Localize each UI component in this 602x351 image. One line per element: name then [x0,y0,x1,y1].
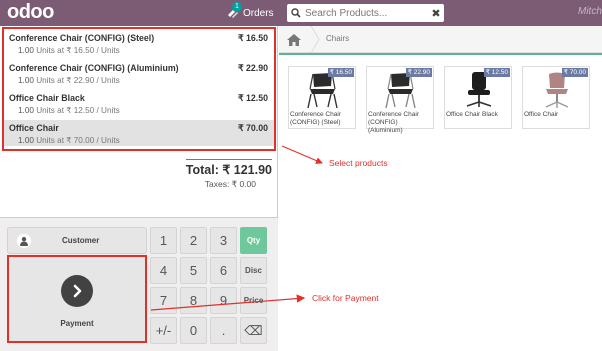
breadcrumb-separator [310,26,320,53]
orders-label: Orders [243,7,274,19]
breadcrumb-underline [279,53,602,55]
user-name[interactable]: Mitch [578,6,602,17]
order-line-unit-price: Units at ₹ 16.50 / Units [36,46,120,55]
order-line-qty: 1.00 [18,46,34,55]
clear-search-icon[interactable]: ✖ [429,4,443,22]
numpad-key-7[interactable]: 7 [150,287,177,314]
top-bar: odoo 1 Orders ✖ Mitch [0,0,602,26]
backspace-icon[interactable]: ⌫ [240,317,267,344]
numpad-key-1[interactable]: 1 [150,227,177,254]
numpad-key-5[interactable]: 5 [180,257,207,284]
numpad-key-8[interactable]: 8 [180,287,207,314]
odoo-logo: odoo [7,1,54,23]
product-price-tag: ₹ 70.00 [561,68,588,77]
order-line-name: Conference Chair (CONFIG) (Steel) [9,33,155,43]
product-name: Conference Chair (CONFIG) (Steel) [290,111,341,126]
order-line-qty: 1.00 [18,106,34,115]
order-line[interactable]: Office Chair Black ₹ 12.50 1.00 Units at… [4,90,274,116]
order-line-price: ₹ 70.00 [237,123,268,133]
search-input[interactable] [305,5,429,21]
customer-button[interactable]: Customer [7,227,147,254]
order-line-price: ₹ 16.50 [237,33,268,43]
mode-price-button[interactable]: Price [240,287,267,314]
product-card[interactable]: ₹ 70.00 Office Chair [522,66,590,129]
order-line-qty: 1.00 [18,136,34,145]
orders-button[interactable]: 1 Orders [226,2,274,22]
click-payment-annotation: Click for Payment [312,293,379,303]
product-name: Conference Chair (CONFIG) (Aluminium) [368,111,419,134]
orders-icon: 1 [226,2,242,20]
order-line-detail: 1.00 Units at ₹ 16.50 / Units [18,45,120,55]
order-line-unit-price: Units at ₹ 12.50 / Units [36,106,120,115]
order-line-unit-price: Units at ₹ 22.90 / Units [36,76,120,85]
control-pad: Customer Payment 1 2 3 Qty 4 5 6 Disc 7 8 9 Price +/… [0,217,278,351]
order-line-selected[interactable]: Office Chair ₹ 70.00 1.00 Units at ₹ 70.… [4,120,274,146]
order-total: Total: ₹ 121.90 [185,163,272,177]
order-line-name: Office Chair Black [9,93,85,103]
breadcrumb: Chairs [279,26,602,53]
home-icon[interactable] [286,32,302,46]
numpad: 1 2 3 Qty 4 5 6 Disc 7 8 9 Price +/- 0. ⌫ [150,227,269,344]
order-line-price: ₹ 12.50 [237,93,268,103]
order-line-unit-price: Units at ₹ 70.00 / Units [36,136,120,145]
sign-toggle-key[interactable]: +/- [150,317,177,344]
product-price-tag: ₹ 22.90 [405,68,432,77]
order-panel: Conference Chair (CONFIG) (Steel) ₹ 16.5… [0,26,278,351]
product-name: Office Chair [524,111,559,118]
numpad-key-6[interactable]: 6 [210,257,237,284]
breadcrumb-category[interactable]: Chairs [326,34,349,43]
product-card[interactable]: ₹ 16.50 Conference Chair (CONFIG) (Steel… [288,66,356,129]
order-line-detail: 1.00 Units at ₹ 70.00 / Units [18,135,120,145]
mode-disc-button[interactable]: Disc [240,257,267,284]
pos-screen: odoo 1 Orders ✖ Mitch [0,0,602,351]
select-products-annotation: Select products [329,158,388,168]
product-price-tag: ₹ 12.50 [483,68,510,77]
numpad-key-0[interactable]: 0 [180,317,207,344]
numpad-key-3[interactable]: 3 [210,227,237,254]
order-line[interactable]: Conference Chair (CONFIG) (Aluminium) ₹ … [4,60,274,86]
mode-qty-button[interactable]: Qty [240,227,267,254]
order-taxes: Taxes: ₹ 0.00 [204,179,256,189]
order-line-detail: 1.00 Units at ₹ 12.50 / Units [18,105,120,115]
decimal-key[interactable]: . [210,317,237,344]
product-card[interactable]: ₹ 22.90 Conference Chair (CONFIG) (Alumi… [366,66,434,134]
product-card[interactable]: ₹ 12.50 Office Chair Black [444,66,512,129]
order-line-name: Conference Chair (CONFIG) (Aluminium) [9,63,179,73]
numpad-key-9[interactable]: 9 [210,287,237,314]
product-price-tag: ₹ 16.50 [327,68,354,77]
user-icon [17,234,31,248]
payment-label: Payment [60,319,94,328]
chevron-right-icon [61,275,93,307]
order-line-name: Office Chair [9,123,59,133]
order-lines: Conference Chair (CONFIG) (Steel) ₹ 16.5… [2,27,276,151]
payment-button[interactable]: Payment [7,255,147,343]
orders-count-badge: 1 [232,2,242,12]
order-line-qty: 1.00 [18,76,34,85]
numpad-key-4[interactable]: 4 [150,257,177,284]
order-line-detail: 1.00 Units at ₹ 22.90 / Units [18,75,120,85]
order-line[interactable]: Conference Chair (CONFIG) (Steel) ₹ 16.5… [4,30,274,56]
customer-label: Customer [62,236,100,245]
numpad-key-2[interactable]: 2 [180,227,207,254]
search-box: ✖ [287,4,444,22]
order-line-price: ₹ 22.90 [237,63,268,73]
order-summary: Total: ₹ 121.90 Taxes: ₹ 0.00 [186,159,272,191]
product-name: Office Chair Black [446,111,498,118]
search-icon [287,4,305,22]
